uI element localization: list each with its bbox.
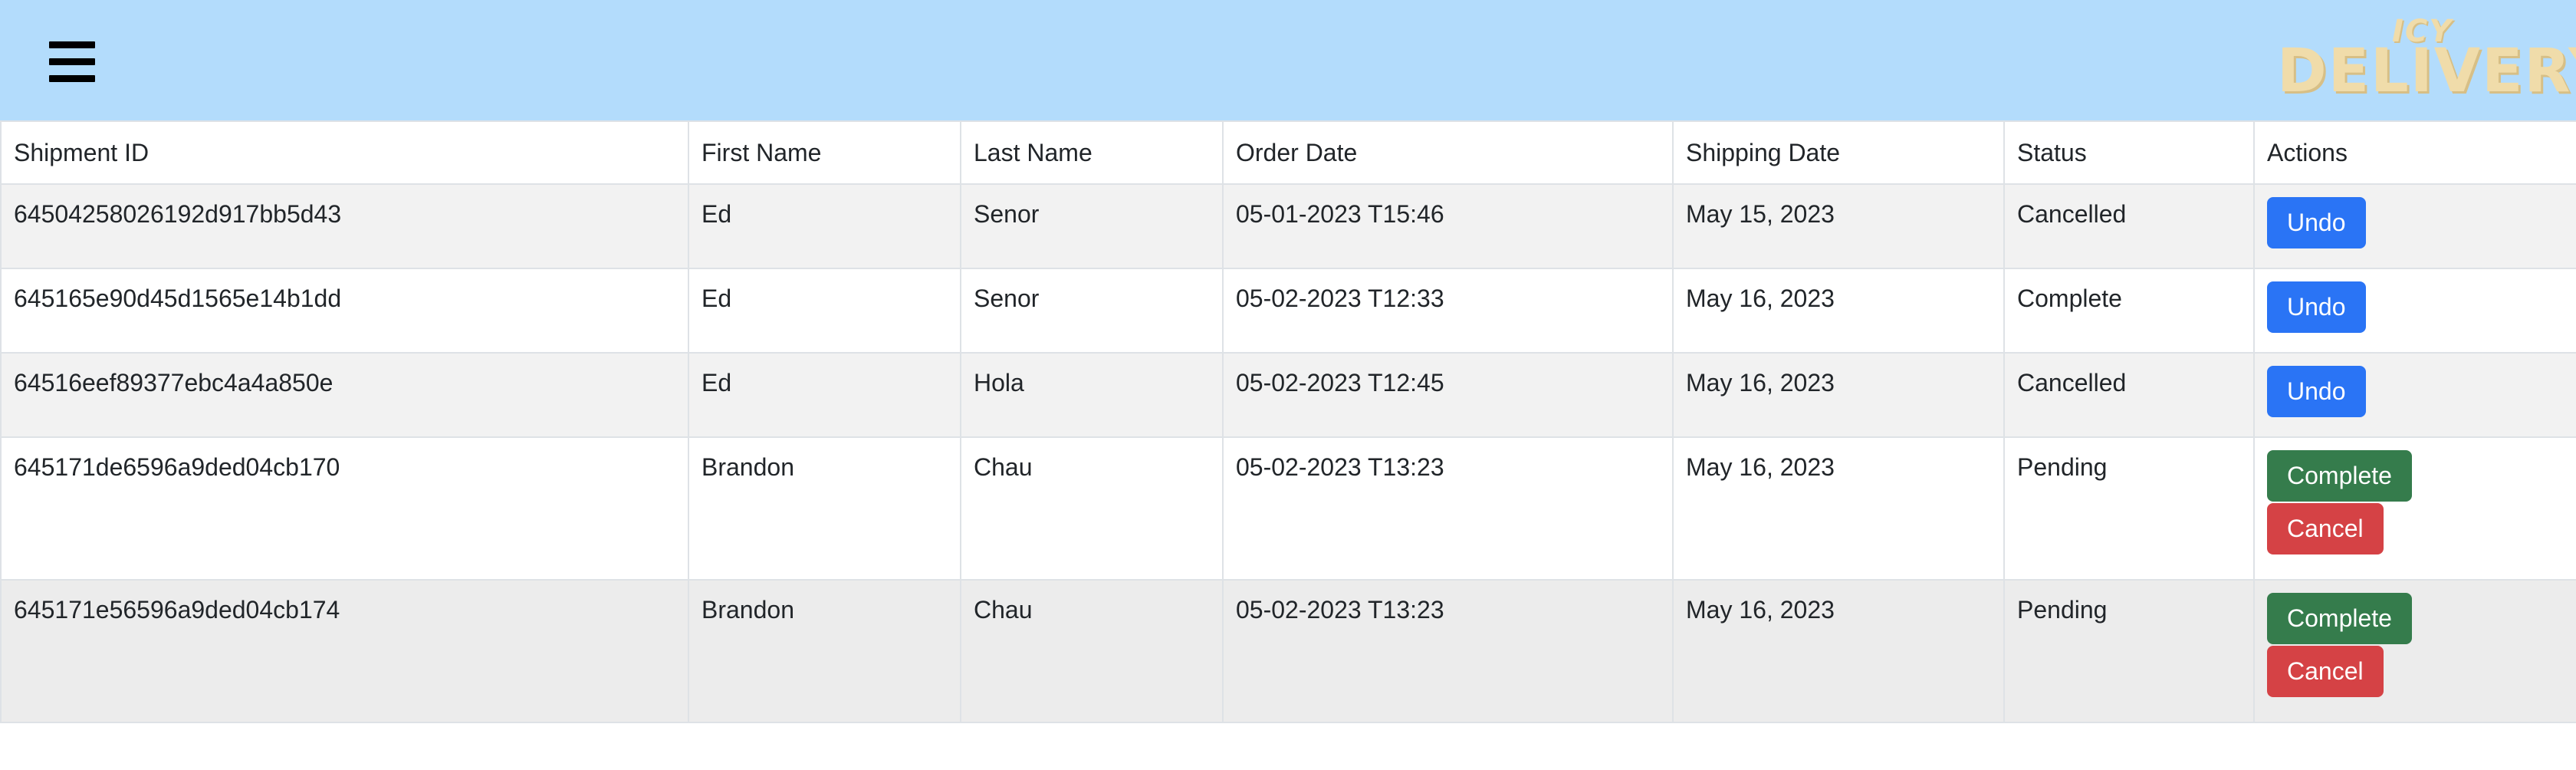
shipping-date-cell: May 16, 2023 — [1672, 268, 2005, 354]
undo-button[interactable]: Undo — [2267, 281, 2366, 334]
undo-button[interactable]: Undo — [2267, 197, 2366, 249]
column-header-first-name: First Name — [688, 120, 961, 185]
last-name-cell: Senor — [960, 183, 1224, 269]
column-header-shipment-id: Shipment ID — [0, 120, 689, 185]
shipping-date-cell: May 15, 2023 — [1672, 183, 2005, 269]
last-name-cell: Chau — [960, 579, 1224, 723]
shipping-date-cell: May 16, 2023 — [1672, 352, 2005, 438]
hamburger-menu-icon[interactable] — [49, 40, 95, 84]
shipment-id-cell: 64504258026192d917bb5d43 — [0, 183, 689, 269]
first-name-cell: Brandon — [688, 579, 961, 723]
cancel-button[interactable]: Cancel — [2267, 646, 2384, 698]
order-date-cell: 05-02-2023 T13:23 — [1222, 436, 1674, 581]
first-name-cell: Brandon — [688, 436, 961, 581]
status-cell: Cancelled — [2003, 352, 2255, 438]
shipping-date-cell: May 16, 2023 — [1672, 436, 2005, 581]
column-header-actions: Actions — [2253, 120, 2576, 185]
shipping-date-cell: May 16, 2023 — [1672, 579, 2005, 723]
table-row: 645165e90d45d1565e14b1dd Ed Senor 05-02-… — [0, 268, 2576, 354]
complete-button[interactable]: Complete — [2267, 593, 2412, 645]
cancel-button[interactable]: Cancel — [2267, 503, 2384, 555]
last-name-cell: Senor — [960, 268, 1224, 354]
actions-cell: Undo — [2253, 352, 2576, 438]
undo-button[interactable]: Undo — [2267, 366, 2366, 418]
table-row: 64516eef89377ebc4a4a850e Ed Hola 05-02-2… — [0, 352, 2576, 438]
shipment-id-cell: 64516eef89377ebc4a4a850e — [0, 352, 689, 438]
column-header-order-date: Order Date — [1222, 120, 1674, 185]
table-row: 645171e56596a9ded04cb174 Brandon Chau 05… — [0, 579, 2576, 723]
icy-delivery-logo[interactable]: ICY DELIVERY — [2277, 14, 2576, 106]
hamburger-line — [49, 41, 95, 48]
hamburger-line — [49, 58, 95, 65]
column-header-status: Status — [2003, 120, 2255, 185]
complete-button[interactable]: Complete — [2267, 450, 2412, 502]
first-name-cell: Ed — [688, 268, 961, 354]
status-cell: Pending — [2003, 436, 2255, 581]
shipment-id-cell: 645165e90d45d1565e14b1dd — [0, 268, 689, 354]
actions-cell: Undo — [2253, 183, 2576, 269]
first-name-cell: Ed — [688, 183, 961, 269]
shipments-table: Shipment ID First Name Last Name Order D… — [0, 120, 2576, 723]
order-date-cell: 05-02-2023 T12:45 — [1222, 352, 1674, 438]
order-date-cell: 05-02-2023 T12:33 — [1222, 268, 1674, 354]
top-navbar: ICY DELIVERY — [0, 0, 2576, 120]
table-header-row: Shipment ID First Name Last Name Order D… — [0, 120, 2576, 185]
first-name-cell: Ed — [688, 352, 961, 438]
order-date-cell: 05-01-2023 T15:46 — [1222, 183, 1674, 269]
last-name-cell: Hola — [960, 352, 1224, 438]
table-row: 64504258026192d917bb5d43 Ed Senor 05-01-… — [0, 183, 2576, 269]
actions-cell: Complete Cancel — [2253, 579, 2576, 723]
hamburger-line — [49, 75, 95, 82]
actions-cell: Undo — [2253, 268, 2576, 354]
status-cell: Complete — [2003, 268, 2255, 354]
actions-cell: Complete Cancel — [2253, 436, 2576, 581]
status-cell: Cancelled — [2003, 183, 2255, 269]
shipment-id-cell: 645171de6596a9ded04cb170 — [0, 436, 689, 581]
logo-main-text: DELIVERY — [2277, 37, 2576, 106]
status-cell: Pending — [2003, 579, 2255, 723]
order-date-cell: 05-02-2023 T13:23 — [1222, 579, 1674, 723]
last-name-cell: Chau — [960, 436, 1224, 581]
shipment-id-cell: 645171e56596a9ded04cb174 — [0, 579, 689, 723]
column-header-shipping-date: Shipping Date — [1672, 120, 2005, 185]
table-row: 645171de6596a9ded04cb170 Brandon Chau 05… — [0, 436, 2576, 581]
column-header-last-name: Last Name — [960, 120, 1224, 185]
